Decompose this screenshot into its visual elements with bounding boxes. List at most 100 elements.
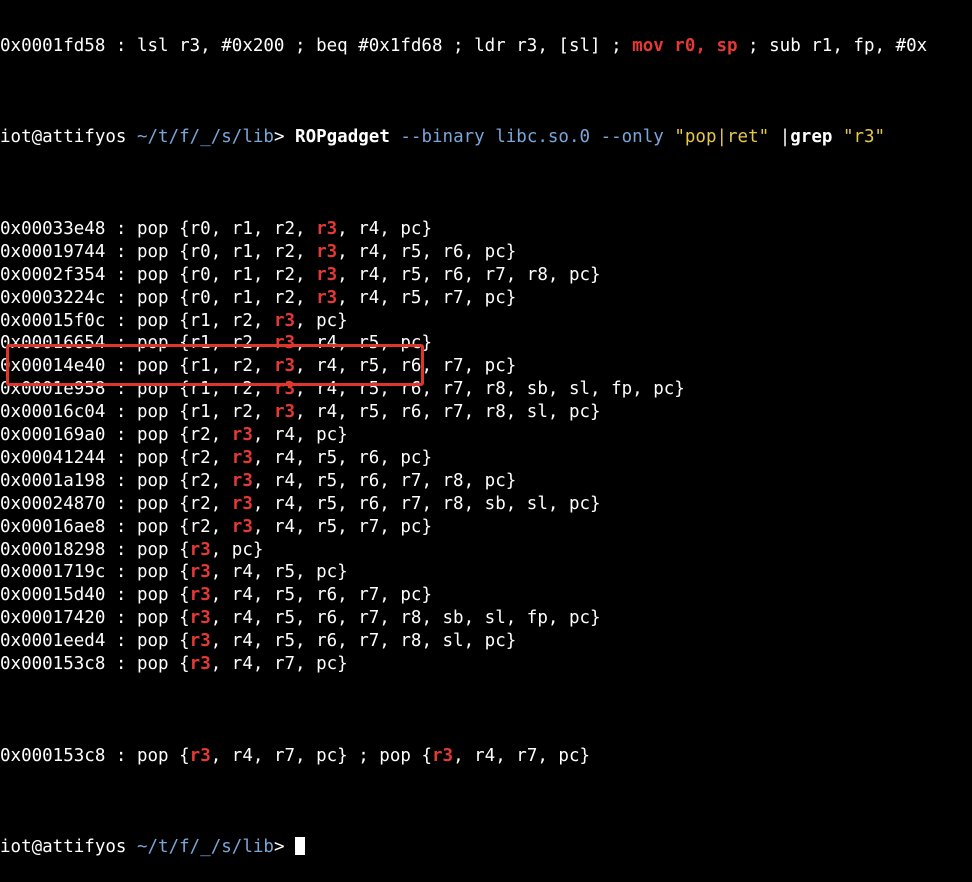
- gadget-instr: : pop {: [105, 653, 190, 674]
- gadget-instr: : pop {r2,: [105, 516, 232, 537]
- gadget-instr: : pop {r0, r1, r2,: [105, 264, 317, 285]
- gadget-instr-tail: , r4, r5, r6, r7, r8, sb, sl, fp, pc}: [210, 608, 601, 629]
- gadget-address: 0x00033e48: [0, 219, 106, 240]
- gadget-match: r3: [189, 653, 211, 674]
- gadget-match: r3: [231, 447, 253, 468]
- gadget-instr-tail: , pc}: [210, 539, 264, 560]
- gadget-instr: : pop {: [105, 631, 190, 652]
- gadget-match: r3: [316, 264, 338, 285]
- gadget-instr-tail: , r4, r5, r6, r7, r8, pc}: [337, 264, 601, 285]
- gadget-address: 0x00015d40: [0, 585, 106, 606]
- gadget-row: 0x00019744 : pop {r0, r1, r2, r3, r4, r5…: [0, 241, 972, 264]
- prompt-user-host: iot@attifyos: [0, 127, 127, 148]
- highlight-box: [6, 344, 424, 386]
- gadget-address: 0x00015f0c: [0, 310, 106, 331]
- gadget-address: 0x00018298: [0, 539, 106, 560]
- gadget-instr-tail: , r4, r5, r7, pc}: [252, 516, 432, 537]
- gadget-row: 0x0001a198 : pop {r2, r3, r4, r5, r6, r7…: [0, 470, 972, 493]
- grep-pattern: "r3": [842, 127, 886, 148]
- gadget-address: 0x00024870: [0, 493, 106, 514]
- gadget-address: 0x000153c8: [0, 653, 106, 674]
- gadget-match: r3: [316, 219, 338, 240]
- gadget-instr: : pop {r2,: [105, 447, 232, 468]
- gadget-address: 0x0001a198: [0, 470, 106, 491]
- gadget-row: 0x00015f0c : pop {r1, r2, r3, pc}: [0, 310, 972, 333]
- gadget-row: 0x00018298 : pop {r3, pc}: [0, 539, 972, 562]
- gadget-instr-tail: , r4, r5, r6, r7, r8, pc}: [252, 470, 517, 491]
- gadget-instr: : pop {: [105, 745, 190, 766]
- gadget-instr: : pop {r2,: [105, 470, 232, 491]
- gadget-match: r3: [189, 585, 211, 606]
- gadget-row: 0x0001eed4 : pop {r3, r4, r5, r6, r7, r8…: [0, 630, 972, 653]
- gadget-row: 0x0001719c : pop {r3, r4, r5, pc}: [0, 561, 972, 584]
- gadget-row: 0x00015d40 : pop {r3, r4, r5, r6, r7, pc…: [0, 584, 972, 607]
- gadget-match: r3: [231, 425, 253, 446]
- grep-command: grep: [790, 127, 833, 148]
- prompt-path: ~/t/f/_/s/lib: [126, 127, 274, 148]
- gadget-instr-tail: , r4, r5, r6, r7, r8, sb, sl, pc}: [252, 493, 601, 514]
- command-pipe: |: [769, 127, 791, 148]
- gadget-address: 0x000153c8: [0, 745, 106, 766]
- gadget-instr-tail: , r4, pc}: [252, 425, 348, 446]
- prompt-symbol: >: [273, 127, 296, 148]
- gadget-address: 0x00016ae8: [0, 516, 106, 537]
- gadget-match: r3: [231, 516, 253, 537]
- gadget-instr: : pop {r0, r1, r2,: [105, 241, 317, 262]
- gadget-instr-tail: , r4, pc}: [337, 219, 432, 240]
- gadget-instr: : pop {: [105, 562, 190, 583]
- gadget-instr-tail: , r4, r7, pc}: [453, 745, 591, 766]
- gadget-address: 0x000169a0: [0, 425, 106, 446]
- gadget-instr: : pop {r1, r2,: [105, 310, 274, 331]
- gadget-match: r3: [189, 745, 211, 766]
- command-prompt-line: iot@attifyos ~/t/f/_/s/lib> ROPgadget --…: [0, 126, 972, 149]
- gadget-row: 0x0002f354 : pop {r0, r1, r2, r3, r4, r5…: [0, 264, 972, 287]
- gadget-address: 0x0003224c: [0, 287, 106, 308]
- gadget-row: 0x00033e48 : pop {r0, r1, r2, r3, r4, pc…: [0, 218, 972, 241]
- gadget-instr-tail: , r4, r7, pc}: [210, 653, 348, 674]
- previous-output-text: 0x0001fd58 : lsl r3, #0x200 ; beq #0x1fd…: [0, 35, 633, 56]
- gadget-address: 0x0001eed4: [0, 631, 106, 652]
- gadget-instr-mid: , r4, r7, pc} ; pop {: [210, 745, 432, 766]
- gadget-row: 0x000153c8 : pop {r3, r4, r7, pc}: [0, 653, 972, 676]
- gadget-address: 0x00041244: [0, 447, 106, 468]
- gadget-instr-tail: , r4, r5, r6, r7, pc}: [210, 585, 432, 606]
- gadget-match: r3: [231, 470, 253, 491]
- gadget-match: r3: [189, 562, 211, 583]
- gadget-instr: : pop {r2,: [105, 425, 232, 446]
- previous-output-tail: ; sub r1, fp, #0x: [737, 35, 928, 56]
- gadget-address: 0x00016c04: [0, 402, 106, 423]
- gadget-instr-tail: , r4, r5, r6, pc}: [252, 447, 432, 468]
- gadget-row: 0x000169a0 : pop {r2, r3, r4, pc}: [0, 424, 972, 447]
- gadget-address: 0x00017420: [0, 608, 106, 629]
- gadget-instr: : pop {: [105, 539, 190, 560]
- gadget-match: r3: [189, 631, 211, 652]
- gadget-instr: : pop {: [105, 608, 190, 629]
- gadget-instr-tail: , r4, r5, pc}: [210, 562, 348, 583]
- previous-output-match: mov r0, sp: [632, 35, 738, 56]
- next-prompt-line: iot@attifyos ~/t/f/_/s/lib>: [0, 836, 972, 859]
- gadget-instr-tail: , pc}: [295, 310, 348, 331]
- command-args: --binary libc.so.0 --only: [389, 127, 675, 148]
- gadget-match: r3: [189, 608, 211, 629]
- gadget-instr-tail: , r4, r5, r6, r7, r8, sl, pc}: [210, 631, 517, 652]
- gadget-instr: : pop {r2,: [105, 493, 232, 514]
- terminal-output: 0x0001fd58 : lsl r3, #0x200 ; beq #0x1fd…: [0, 0, 972, 882]
- prompt-path: ~/t/f/_/s/lib: [126, 837, 274, 858]
- prompt-symbol: >: [273, 837, 296, 858]
- gadget-row: 0x00017420 : pop {r3, r4, r5, r6, r7, r8…: [0, 607, 972, 630]
- terminal-cursor[interactable]: [295, 837, 306, 856]
- gadget-match: r3: [189, 539, 211, 560]
- gadget-instr: : pop {r0, r1, r2,: [105, 219, 317, 240]
- gadget-row: 0x00016ae8 : pop {r2, r3, r4, r5, r7, pc…: [0, 516, 972, 539]
- gadget-instr: : pop {r1, r2,: [105, 402, 274, 423]
- gadget-row-last: 0x000153c8 : pop {r3, r4, r7, pc} ; pop …: [0, 745, 972, 768]
- gadget-row: 0x00024870 : pop {r2, r3, r4, r5, r6, r7…: [0, 493, 972, 516]
- command-only-filter: "pop|ret": [674, 127, 770, 148]
- command-name: ROPgadget: [295, 127, 390, 148]
- previous-output-line: 0x0001fd58 : lsl r3, #0x200 ; beq #0x1fd…: [0, 35, 972, 58]
- gadget-instr-tail: , r4, r5, r6, pc}: [337, 241, 517, 262]
- gadget-address: 0x00019744: [0, 241, 106, 262]
- gadget-match: r3: [316, 287, 338, 308]
- gadget-match: r3: [273, 402, 296, 423]
- gadget-match: r3: [231, 493, 253, 514]
